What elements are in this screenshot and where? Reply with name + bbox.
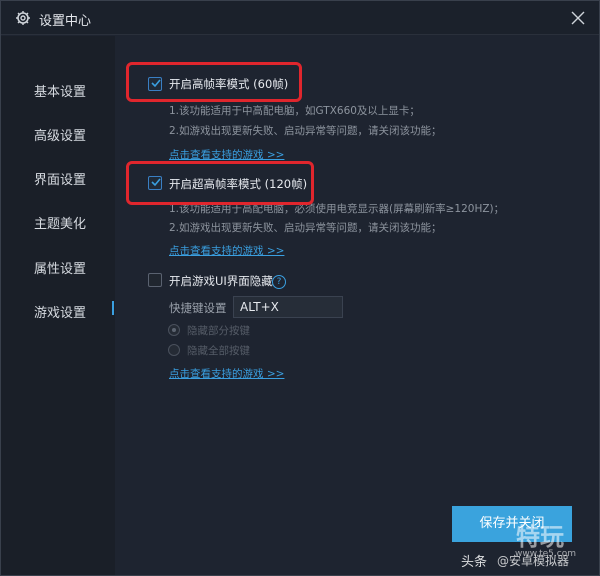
window-title: 设置中心 [39,14,92,29]
high-fps-desc-2: 2.如游戏出现更新失败、启动异常等问题，请关闭该功能； [169,125,442,137]
ultra-fps-desc-2: 2.如游戏出现更新失败、启动异常等问题，请关闭该功能； [169,222,442,234]
sidebar-item-theme[interactable]: 主题美化 [34,213,86,232]
settings-window: 设置中心 基本设置 高级设置 界面设置 主题美化 属性设置 游戏设置 开启高帧率… [0,0,600,576]
hide-all-label: 隐藏全部按键 [187,345,250,357]
hotkey-input[interactable]: ALT+X [233,296,343,318]
high-fps-games-link[interactable]: 点击查看支持的游戏 >> [169,147,284,162]
help-icon[interactable]: ? [272,275,286,289]
hide-partial-label: 隐藏部分按键 [187,325,250,337]
hotkey-label: 快捷键设置 [169,301,227,315]
sidebar-item-basic[interactable]: 基本设置 [34,81,86,100]
gear-icon [16,11,30,25]
hide-all-radio[interactable] [168,344,180,356]
sidebar-item-interface[interactable]: 界面设置 [34,169,86,188]
title-bar: 设置中心 [1,1,599,35]
highlight-box-120fps [126,161,314,205]
high-fps-desc-1: 1.该功能适用于中高配电脑，如GTX660及以上显卡； [169,105,420,117]
sidebar-item-advanced[interactable]: 高级设置 [34,125,86,144]
hide-ui-label: 开启游戏UI界面隐藏 [169,274,273,288]
watermark-account: @安卓模拟器 [497,554,570,568]
close-icon[interactable] [567,7,589,29]
sidebar-item-properties[interactable]: 属性设置 [34,258,86,277]
watermark-toutiao: 头条 [461,555,488,570]
highlight-box-60fps [126,62,302,102]
ultra-fps-games-link[interactable]: 点击查看支持的游戏 >> [169,243,284,258]
hide-ui-checkbox[interactable] [148,273,162,287]
sidebar-item-game[interactable]: 游戏设置 [34,302,86,321]
sidebar-nav: 基本设置 高级设置 界面设置 主题美化 属性设置 游戏设置 [1,36,115,575]
watermark-site: 特玩 [516,523,564,551]
hide-partial-radio[interactable] [168,324,180,336]
active-tab-indicator [112,301,114,315]
hide-ui-games-link[interactable]: 点击查看支持的游戏 >> [169,366,284,381]
